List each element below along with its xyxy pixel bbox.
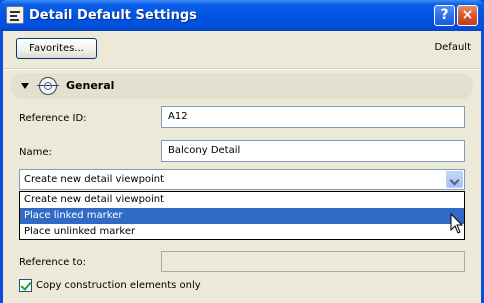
divider-highlight bbox=[3, 69, 481, 70]
favorites-button[interactable]: Favorites... bbox=[16, 38, 97, 59]
reference-id-label: Reference ID: bbox=[19, 113, 87, 124]
viewpoint-select-value: Create new detail viewpoint bbox=[24, 174, 165, 185]
text-cursor-icon bbox=[450, 213, 464, 234]
viewpoint-select[interactable]: Create new detail viewpoint bbox=[19, 169, 465, 190]
collapse-triangle-icon[interactable] bbox=[21, 83, 29, 89]
dialog-window: Detail Default Settings ? × Favorites...… bbox=[0, 0, 484, 303]
reference-id-input[interactable]: A12 bbox=[161, 106, 465, 128]
general-settings-icon bbox=[37, 77, 59, 95]
reference-to-label: Reference to: bbox=[19, 257, 86, 268]
help-button[interactable]: ? bbox=[434, 5, 455, 26]
close-button[interactable]: × bbox=[457, 5, 478, 26]
dropdown-option-create[interactable]: Create new detail viewpoint bbox=[20, 192, 464, 208]
document-icon bbox=[6, 6, 24, 24]
copy-elements-checkbox[interactable] bbox=[19, 279, 32, 292]
dialog-body: Favorites... Default General Reference I… bbox=[3, 31, 481, 303]
default-label: Default bbox=[434, 42, 471, 53]
chevron-down-icon[interactable] bbox=[446, 171, 463, 188]
name-input[interactable]: Balcony Detail bbox=[161, 140, 465, 162]
title-bar[interactable]: Detail Default Settings ? × bbox=[0, 0, 484, 31]
viewpoint-dropdown-list: Create new detail viewpoint Place linked… bbox=[19, 191, 465, 240]
section-title: General bbox=[66, 79, 115, 92]
general-section-header[interactable]: General bbox=[11, 73, 473, 99]
dropdown-option-unlinked[interactable]: Place unlinked marker bbox=[20, 224, 464, 240]
dropdown-option-linked[interactable]: Place linked marker bbox=[20, 208, 464, 224]
reference-to-input bbox=[161, 251, 465, 272]
copy-elements-label[interactable]: Copy construction elements only bbox=[36, 280, 201, 291]
window-title: Detail Default Settings bbox=[29, 8, 197, 23]
name-label: Name: bbox=[19, 147, 52, 158]
